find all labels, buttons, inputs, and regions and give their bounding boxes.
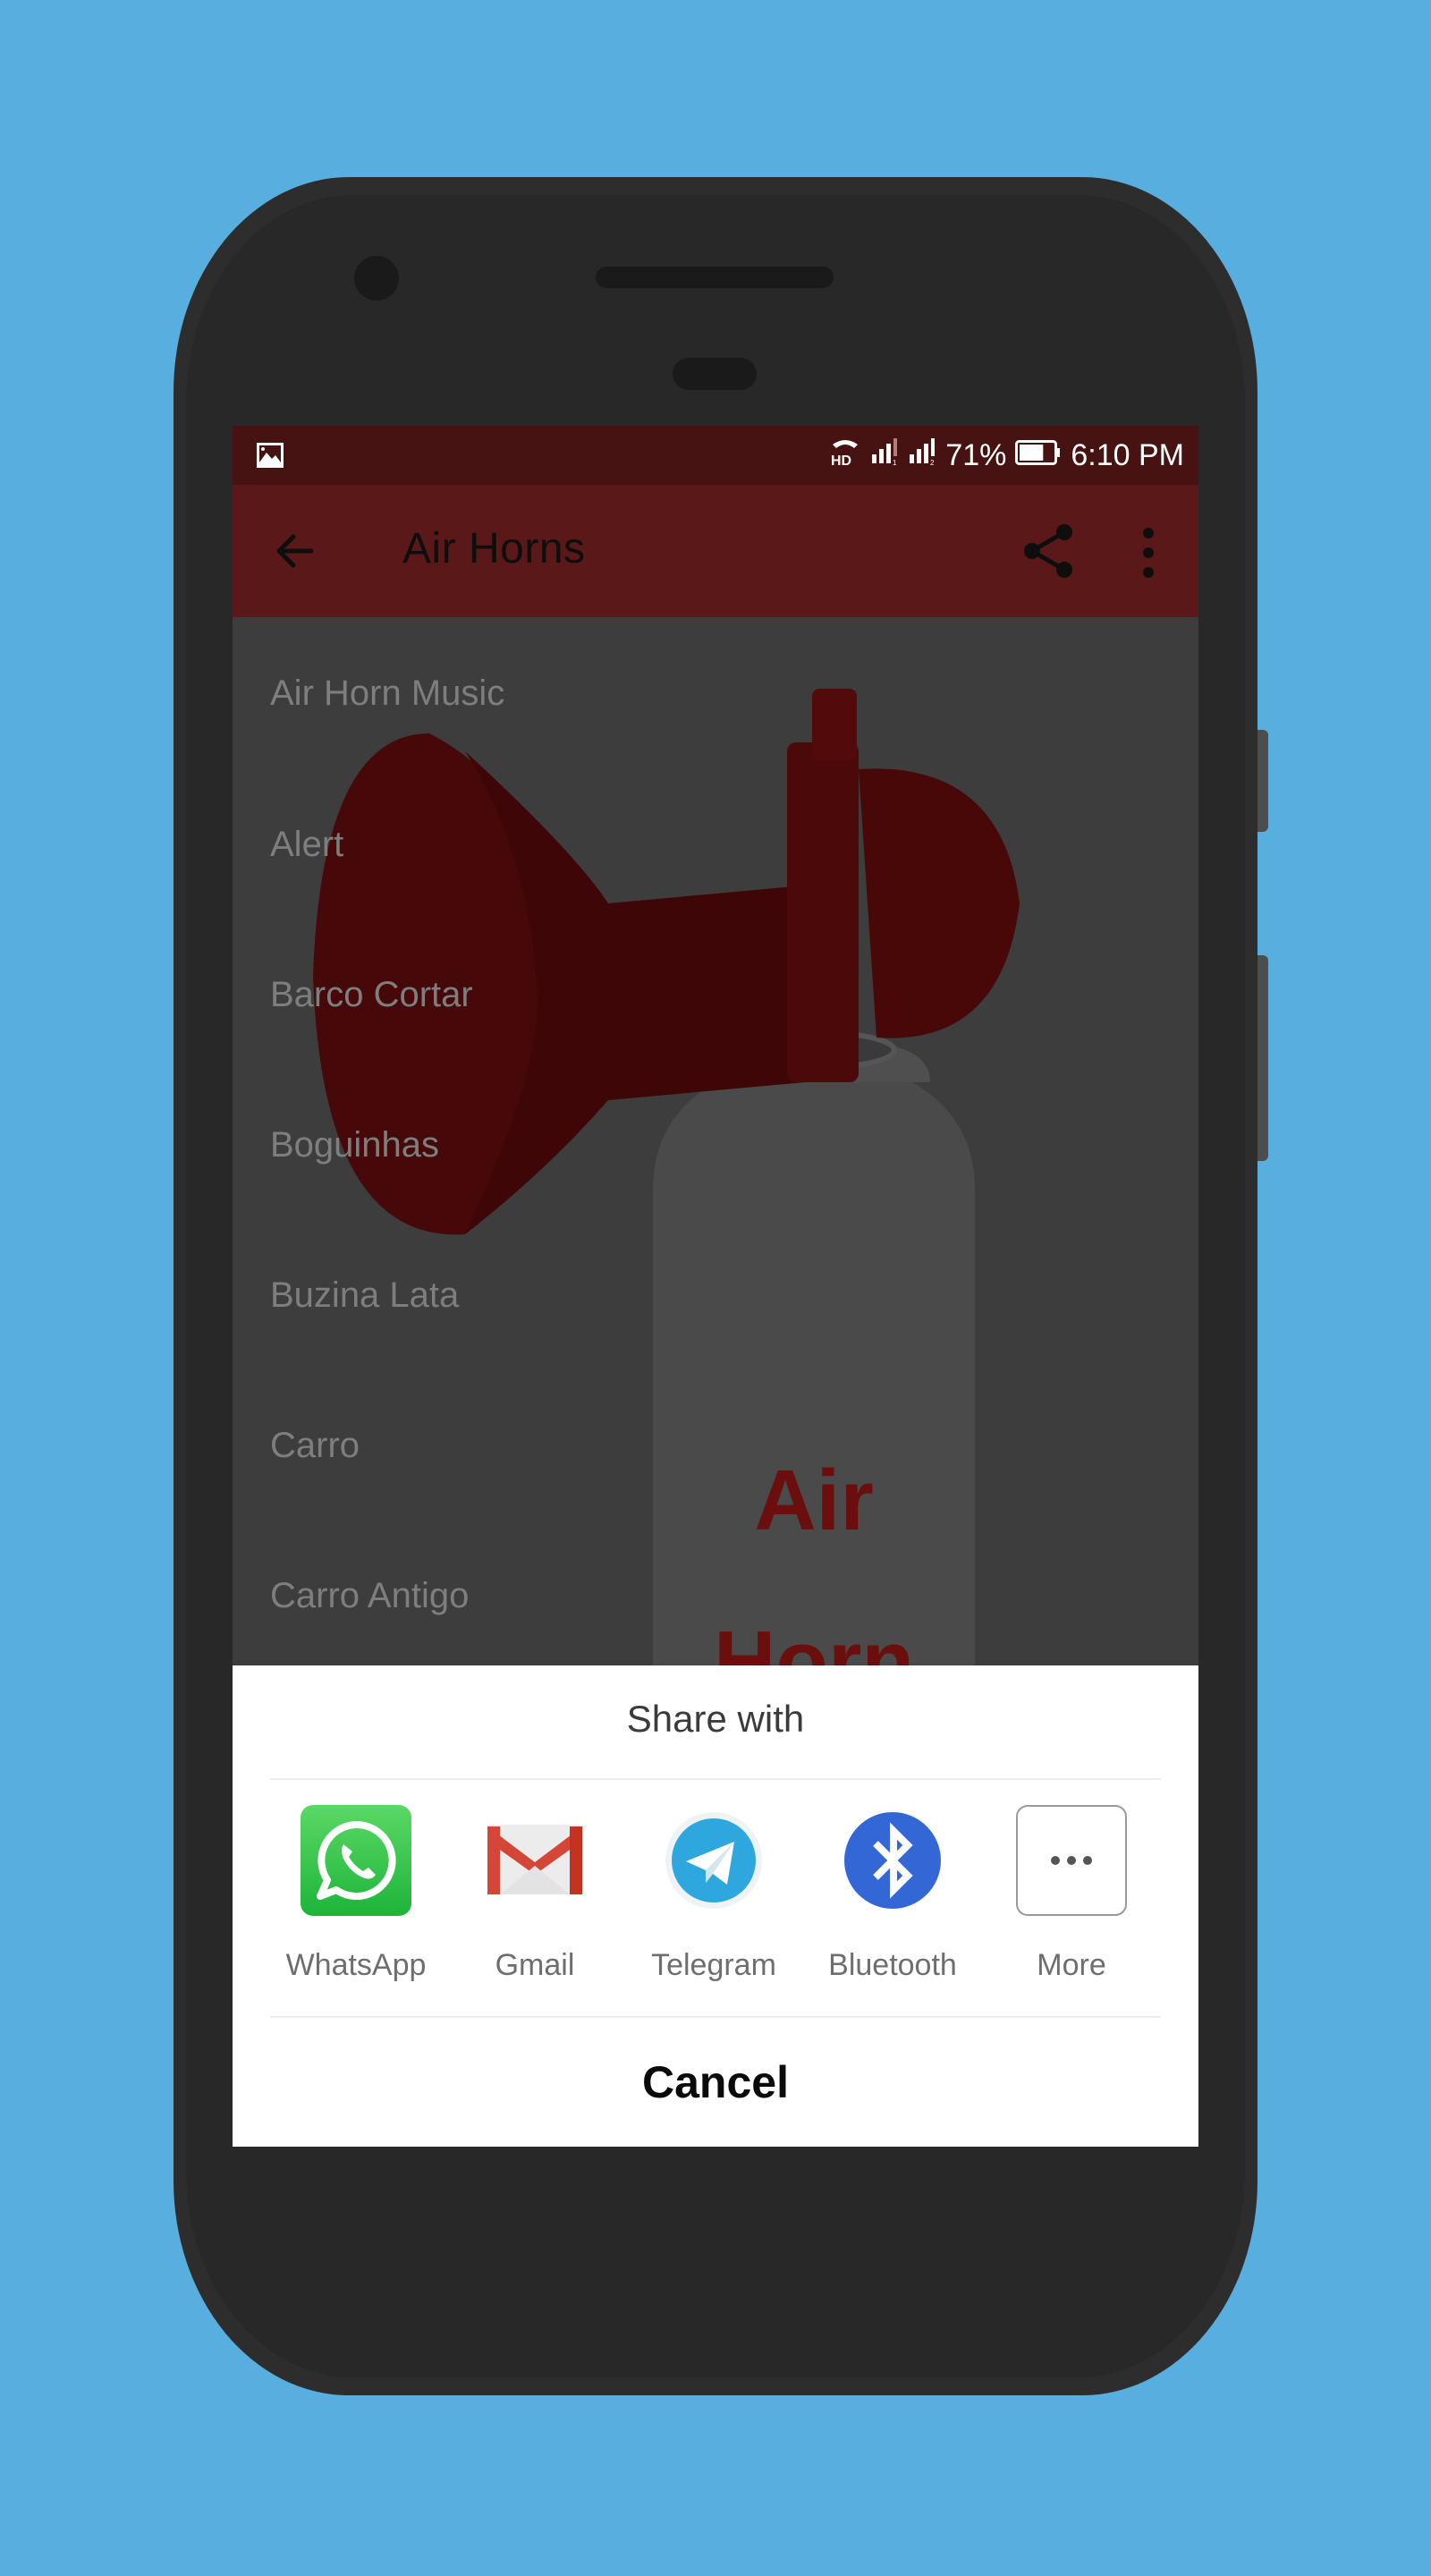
- share-target-gmail[interactable]: Gmail: [445, 1805, 624, 1993]
- list-item-label: Buzina Lata: [270, 1275, 460, 1315]
- front-camera: [354, 256, 399, 301]
- more-vert-icon: [1143, 528, 1154, 578]
- sound-list-container: Air Horn Air Horn Music Alert Barco Cort…: [233, 617, 1198, 1665]
- list-item[interactable]: Carro: [233, 1370, 1198, 1521]
- share-target-whatsapp[interactable]: WhatsApp: [267, 1805, 445, 1993]
- share-target-telegram[interactable]: Telegram: [624, 1805, 803, 1993]
- power-button: [1257, 730, 1268, 832]
- share-target-more[interactable]: More: [982, 1805, 1161, 1993]
- whatsapp-icon: [301, 1805, 411, 1916]
- app-bar: Air Horns: [233, 485, 1198, 617]
- status-bar: HD 1 2 71% 6:10 PM: [233, 426, 1198, 485]
- share-target-label: Telegram: [651, 1948, 776, 1982]
- list-item-label: Boguinhas: [270, 1124, 440, 1165]
- cancel-button[interactable]: Cancel: [233, 2018, 1198, 2147]
- share-target-label: Bluetooth: [828, 1948, 957, 1982]
- share-targets: WhatsApp Gmail Telegram Bluetooth More: [233, 1805, 1198, 1993]
- svg-text:1: 1: [893, 459, 897, 465]
- image-icon: [256, 442, 284, 473]
- share-target-bluetooth[interactable]: Bluetooth: [803, 1805, 982, 1993]
- list-item-label: Carro: [270, 1425, 360, 1465]
- earpiece-speaker: [596, 267, 834, 288]
- divider: [270, 1778, 1161, 1780]
- share-target-label: WhatsApp: [285, 1948, 427, 1982]
- proximity-sensor: [673, 358, 757, 390]
- share-target-label: More: [1037, 1948, 1106, 1982]
- list-item[interactable]: Buzina Lata: [233, 1220, 1198, 1370]
- bluetooth-icon: [837, 1805, 948, 1916]
- list-item-label: Air Horn Music: [270, 673, 505, 713]
- svg-text:HD: HD: [831, 453, 851, 468]
- sound-list: Air Horn Music Alert Barco Cortar Boguin…: [233, 617, 1198, 1665]
- gmail-icon: [479, 1805, 590, 1916]
- arrow-back-icon: [276, 534, 314, 568]
- battery-icon: [1015, 438, 1062, 473]
- hd-call-icon: HD: [829, 436, 861, 476]
- volume-button: [1257, 955, 1268, 1161]
- list-item[interactable]: Barco Cortar: [233, 919, 1198, 1070]
- telegram-icon: [658, 1805, 769, 1916]
- share-target-label: Gmail: [495, 1948, 575, 1982]
- signal-sim2-icon: 2: [908, 437, 936, 473]
- share-sheet-title: Share with: [626, 1698, 805, 1740]
- share-sheet: Share with WhatsApp Gmail Telegram Bluet…: [233, 1665, 1198, 2147]
- signal-sim1-icon: 1: [870, 437, 899, 473]
- list-item-label: Barco Cortar: [270, 974, 473, 1014]
- back-button[interactable]: [272, 528, 318, 574]
- page-title: Air Horns: [402, 525, 586, 572]
- share-button[interactable]: [1021, 522, 1075, 580]
- list-item[interactable]: Boguinhas: [233, 1070, 1198, 1220]
- list-item-label: Alert: [270, 824, 344, 864]
- share-icon: [1024, 524, 1072, 578]
- list-item[interactable]: Alert: [233, 769, 1198, 919]
- more-horiz-icon: [1016, 1805, 1127, 1916]
- list-item[interactable]: Carro Antigo: [233, 1521, 1198, 1665]
- overflow-menu-button[interactable]: [1136, 524, 1161, 581]
- battery-percent: 71%: [945, 437, 1007, 472]
- clock: 6:10 PM: [1071, 437, 1184, 472]
- list-item-label: Carro Antigo: [270, 1575, 470, 1615]
- screen: HD 1 2 71% 6:10 PM Air Horns Air Horn Ai…: [233, 426, 1198, 2147]
- list-item[interactable]: Air Horn Music: [233, 617, 1198, 769]
- svg-text:2: 2: [930, 459, 935, 465]
